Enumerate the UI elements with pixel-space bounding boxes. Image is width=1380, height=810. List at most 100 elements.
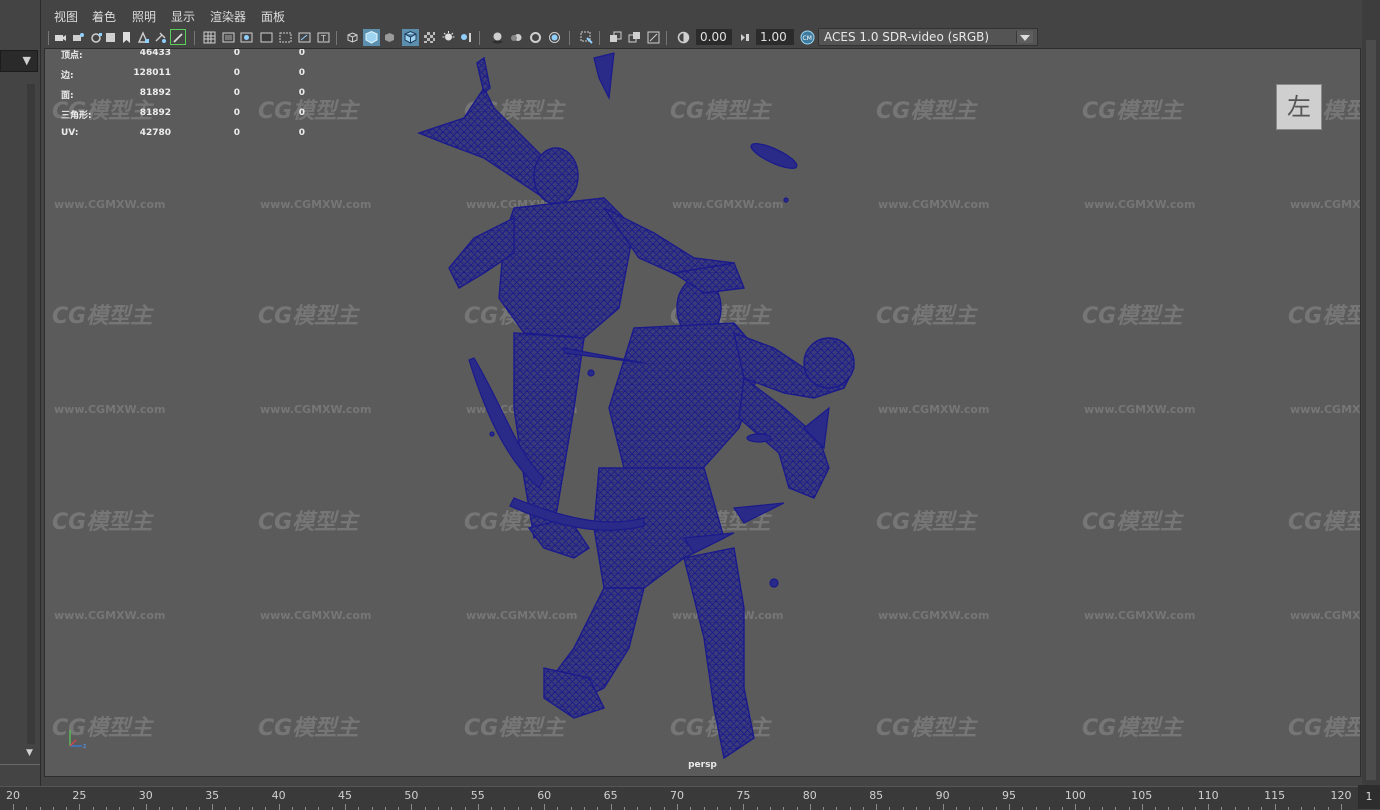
timeline-major-tick [610,804,612,810]
camera-lock-icon[interactable] [72,31,85,44]
xray-active-components-icon[interactable] [628,31,641,44]
timeline-tick-label: 90 [935,789,950,802]
timeline-tick-label: 50 [404,789,419,802]
timeline-major-tick [1141,804,1143,810]
hud-selected: 0 [233,48,240,58]
timeline-tick-label: 85 [869,789,884,802]
perspective-viewport[interactable]: CG模型主 www.CGMXW.com CG模型主 www.CGMXW.com CG模型… [44,48,1361,777]
resolution-gate-icon[interactable] [240,31,253,44]
toolbar-separator [569,31,570,45]
view-cube[interactable]: 左 [1276,84,1322,130]
color-management-icon[interactable]: CM [800,30,815,45]
right-scrollbar[interactable] [1362,0,1380,790]
scroll-down-arrow-icon[interactable]: ▼ [26,748,33,758]
ambient-occlusion-icon[interactable] [491,31,504,44]
timeline-major-tick [278,804,280,810]
chevron-down-icon [1016,31,1033,43]
hud-total: 128011 [133,68,171,78]
panel-dropdown[interactable]: ▼ [0,50,38,72]
wireframe-on-shaded-icon[interactable] [402,29,419,46]
timeline-tick-label: 20 [6,789,20,802]
timeline-major-tick [1009,804,1010,810]
toolbar-separator [48,31,49,45]
shadows-icon[interactable] [459,31,472,44]
menu-panels[interactable]: 面板 [261,8,285,25]
smooth-shade-cube-icon[interactable] [363,29,380,46]
timeline-tick-label: 100 [1064,789,1086,802]
chevron-down-icon: ▼ [22,54,31,67]
hud-total: 81892 [139,88,171,98]
camera-attributes-icon[interactable] [90,31,103,44]
wireframe-cube-icon[interactable] [346,31,359,44]
timeline-major-tick [743,804,745,810]
toolbar-separator [599,31,600,45]
camera-name-label: persp [688,760,717,770]
svg-text:T: T [320,34,326,43]
hud-row: 三角形: 81892 0 0 [61,108,321,121]
hud-total: 46433 [139,48,171,58]
field-chart-icon[interactable] [279,31,292,44]
menu-renderer[interactable]: 渲染器 [210,8,246,25]
isolate-select-icon[interactable] [580,31,593,44]
left-scrollbar[interactable] [27,84,35,744]
right-scroll-track[interactable] [1366,40,1376,780]
default-material-icon[interactable] [383,31,396,44]
safe-action-icon[interactable] [298,31,311,44]
timeline-tick-label: 110 [1197,789,1219,802]
menu-show[interactable]: 显示 [171,8,195,25]
gamma-field[interactable]: 1.00 [756,29,794,45]
timeline-major-tick [79,804,81,810]
timeline-major-tick [677,804,678,810]
2d-pan-zoom-icon[interactable] [137,31,150,44]
menu-lighting[interactable]: 照明 [132,8,156,25]
xray-icon[interactable] [609,31,622,44]
left-side-panel: ▼ ▼ [0,0,41,790]
menu-view[interactable]: 视图 [54,8,78,25]
timeline-tick-label: 75 [736,789,751,802]
hud-label: 边: [61,71,74,81]
timeline-tick-label: 25 [72,789,87,802]
hud-selected: 0 [233,68,240,78]
exposure-field[interactable]: 0.00 [696,29,732,45]
antialiasing-icon[interactable] [529,31,542,44]
gate-mask-icon[interactable] [260,31,273,44]
hud-selected: 0 [233,108,240,118]
xray-joints-icon[interactable] [647,31,660,44]
timeline-tick-label: 30 [138,789,153,802]
depth-of-field-icon[interactable] [548,31,561,44]
timeline-major-tick [212,804,214,810]
timeline-major-tick [809,804,811,810]
svg-text:CM: CM [803,35,812,42]
motion-blur-icon[interactable] [510,31,523,44]
current-frame-field[interactable]: 1 [1358,785,1380,809]
bookmark-icon[interactable] [120,31,133,44]
menu-shading[interactable]: 着色 [92,8,116,25]
fighter-right-mesh [543,262,855,760]
grid-icon[interactable] [203,31,216,44]
hud-poly-count: 顶点: 46433 0 0 边: 128011 0 0 面: 81892 0 0 三角形: 81892 0 0… [61,48,321,148]
xray-checker-icon[interactable] [423,31,436,44]
timeline-tick-label: 40 [271,789,286,802]
grease-pencil-icon[interactable] [154,31,167,44]
grease-pencil-active-icon[interactable] [170,29,186,45]
panel-toolbar: T 0.00 1.00 CM ACES 1.0 SDR-video (sRGB) [44,28,1360,48]
timeline-major-tick [411,804,413,810]
hud-uv-count: 0 [298,68,305,78]
hud-label: 顶点: [61,51,83,61]
color-space-dropdown[interactable]: ACES 1.0 SDR-video (sRGB) [818,28,1038,46]
gamma-icon[interactable] [738,31,751,44]
hud-uv-count: 0 [298,48,305,58]
time-slider[interactable]: 20 25 30 35 40 45 50 55 60 65 70 75 80 85 90 95 100 105 11… [0,786,1358,810]
toolbar-separator [336,31,337,45]
timeline-major-tick [1075,804,1077,810]
timeline-major-tick [145,804,147,810]
image-plane-icon[interactable] [104,31,117,44]
lights-icon[interactable] [442,31,455,44]
safe-title-icon[interactable]: T [317,31,330,44]
camera-select-icon[interactable] [54,31,67,44]
exposure-icon[interactable] [677,31,690,44]
axis-gizmo-icon: z [69,730,86,750]
hud-row: UV: 42780 0 0 [61,128,321,140]
hud-selected: 0 [233,88,240,98]
film-gate-icon[interactable] [222,31,235,44]
